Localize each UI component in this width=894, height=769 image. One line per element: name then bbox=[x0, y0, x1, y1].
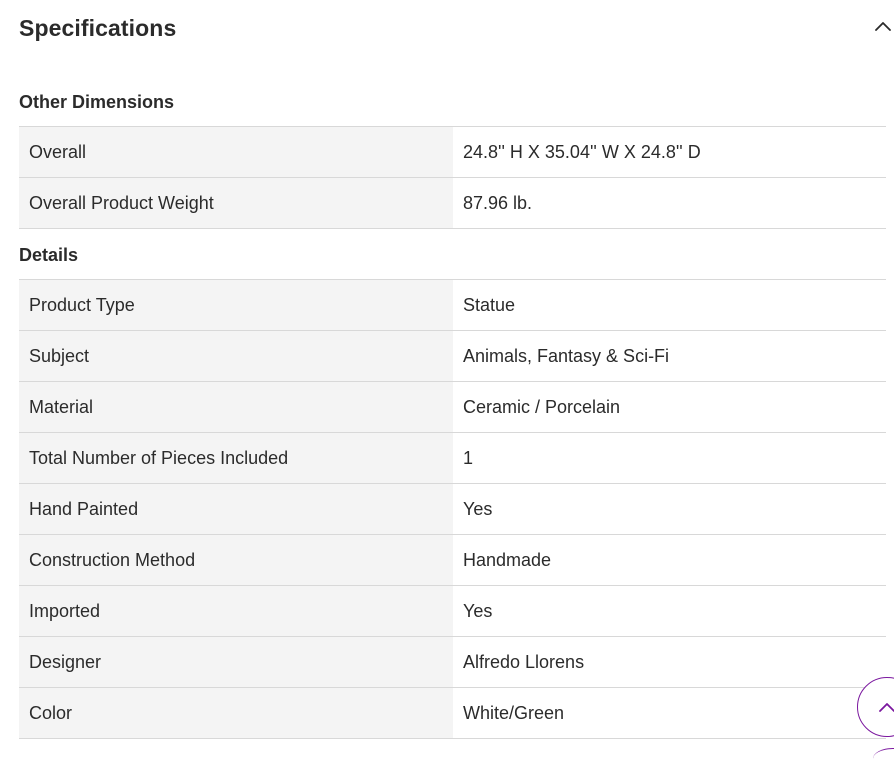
spec-label: Overall Product Weight bbox=[19, 178, 453, 228]
section-other-dimensions: Other Dimensions Overall 24.8'' H X 35.0… bbox=[19, 77, 886, 229]
spec-value: Handmade bbox=[463, 549, 552, 570]
spec-value: 1 bbox=[463, 447, 474, 468]
spec-value: White/Green bbox=[463, 702, 565, 723]
spec-row-subject: Subject Animals, Fantasy & Sci-Fi bbox=[19, 331, 886, 382]
spec-row-product-type: Product Type Statue bbox=[19, 280, 886, 331]
floating-button-edge bbox=[873, 748, 894, 769]
section-details: Details Product Type Statue Subject Anim… bbox=[19, 230, 886, 739]
spec-value: Ceramic / Porcelain bbox=[463, 396, 621, 417]
spec-row-material: Material Ceramic / Porcelain bbox=[19, 382, 886, 433]
spec-value: 24.8'' H X 35.04'' W X 24.8'' D bbox=[463, 141, 701, 162]
spec-row-overall-product-weight: Overall Product Weight 87.96 lb. bbox=[19, 178, 886, 229]
spec-row-construction-method: Construction Method Handmade bbox=[19, 535, 886, 586]
spec-value: Yes bbox=[463, 498, 493, 519]
spec-label: Product Type bbox=[19, 280, 453, 330]
spec-label: Imported bbox=[19, 586, 453, 636]
spec-label: Hand Painted bbox=[19, 484, 453, 534]
spec-value: Statue bbox=[463, 294, 516, 315]
spec-label: Material bbox=[19, 382, 453, 432]
section-heading: Details bbox=[19, 230, 886, 280]
spec-row-color: Color White/Green bbox=[19, 688, 886, 739]
spec-row-overall: Overall 24.8'' H X 35.04'' W X 24.8'' D bbox=[19, 127, 886, 178]
spec-row-hand-painted: Hand Painted Yes bbox=[19, 484, 886, 535]
spec-row-imported: Imported Yes bbox=[19, 586, 886, 637]
spec-label: Designer bbox=[19, 637, 453, 687]
specifications-header[interactable]: Specifications bbox=[19, 0, 894, 62]
spec-value: 87.96 lb. bbox=[463, 192, 533, 213]
spec-row-designer: Designer Alfredo Llorens bbox=[19, 637, 886, 688]
spec-label: Subject bbox=[19, 331, 453, 381]
specifications-title: Specifications bbox=[19, 15, 177, 41]
spec-label: Color bbox=[19, 688, 453, 738]
spec-row-total-pieces: Total Number of Pieces Included 1 bbox=[19, 433, 886, 484]
spec-value: Yes bbox=[463, 600, 493, 621]
spec-label: Overall bbox=[19, 127, 453, 177]
section-heading: Other Dimensions bbox=[19, 77, 886, 127]
spec-value: Animals, Fantasy & Sci-Fi bbox=[463, 345, 670, 366]
spec-label: Construction Method bbox=[19, 535, 453, 585]
chevron-up-icon[interactable] bbox=[872, 16, 894, 38]
spec-label: Total Number of Pieces Included bbox=[19, 433, 453, 483]
chevron-up-icon bbox=[879, 703, 894, 712]
spec-value: Alfredo Llorens bbox=[463, 651, 585, 672]
